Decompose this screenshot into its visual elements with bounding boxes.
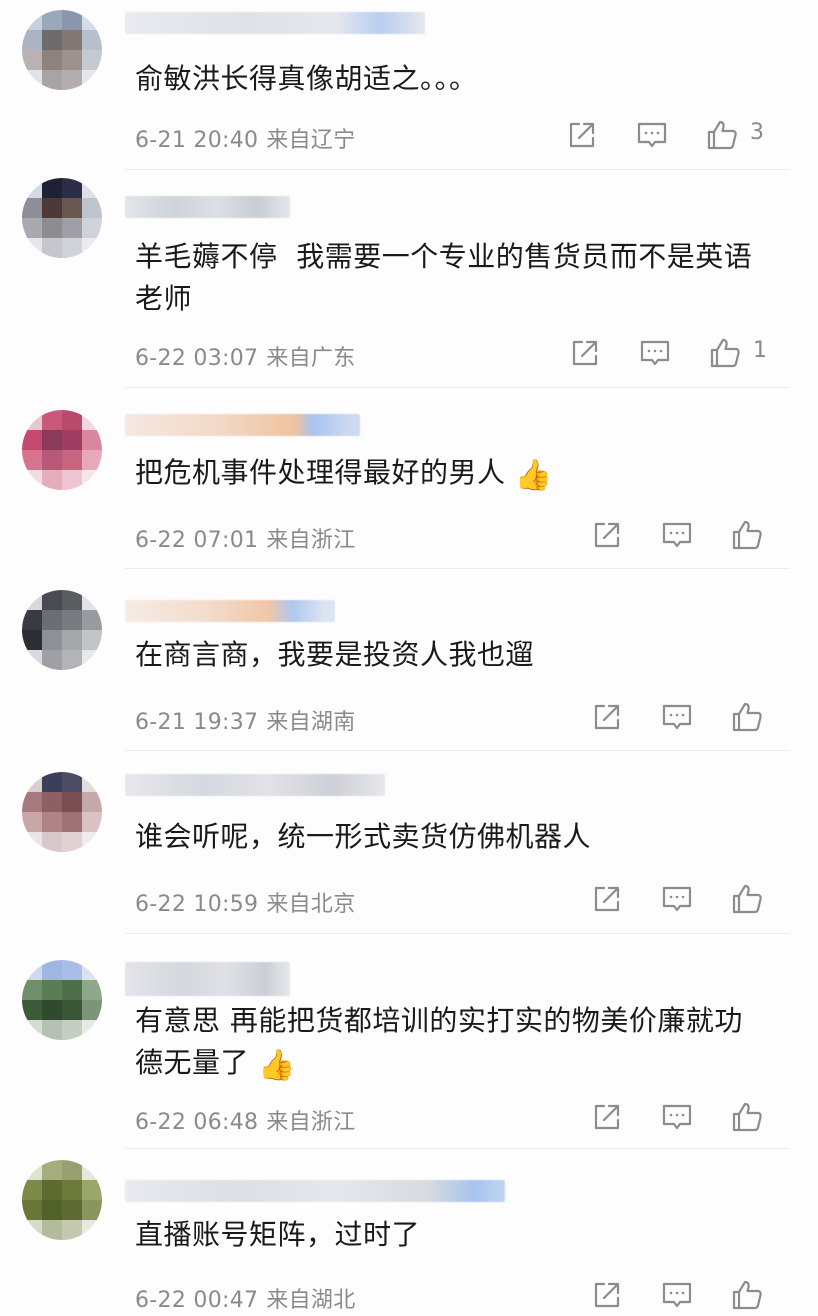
comment-text: 直播账号矩阵，过时了 [135, 1218, 421, 1251]
comment-location: 来自湖北 [266, 1288, 356, 1313]
comment-item: 直播账号矩阵，过时了 6-22 00:47 来自湖北 [0, 0, 818, 1313]
share-icon[interactable] [590, 1278, 624, 1312]
avatar[interactable] [22, 1160, 102, 1240]
comment-icon[interactable] [660, 1278, 694, 1312]
comment-actions [590, 1278, 790, 1312]
comment-meta: 6-22 00:47 来自湖北 [135, 1282, 356, 1314]
comment-date: 6-22 00:47 [135, 1288, 259, 1313]
thumb-up-icon[interactable] [730, 1278, 764, 1312]
username-blurred[interactable] [125, 1180, 505, 1202]
